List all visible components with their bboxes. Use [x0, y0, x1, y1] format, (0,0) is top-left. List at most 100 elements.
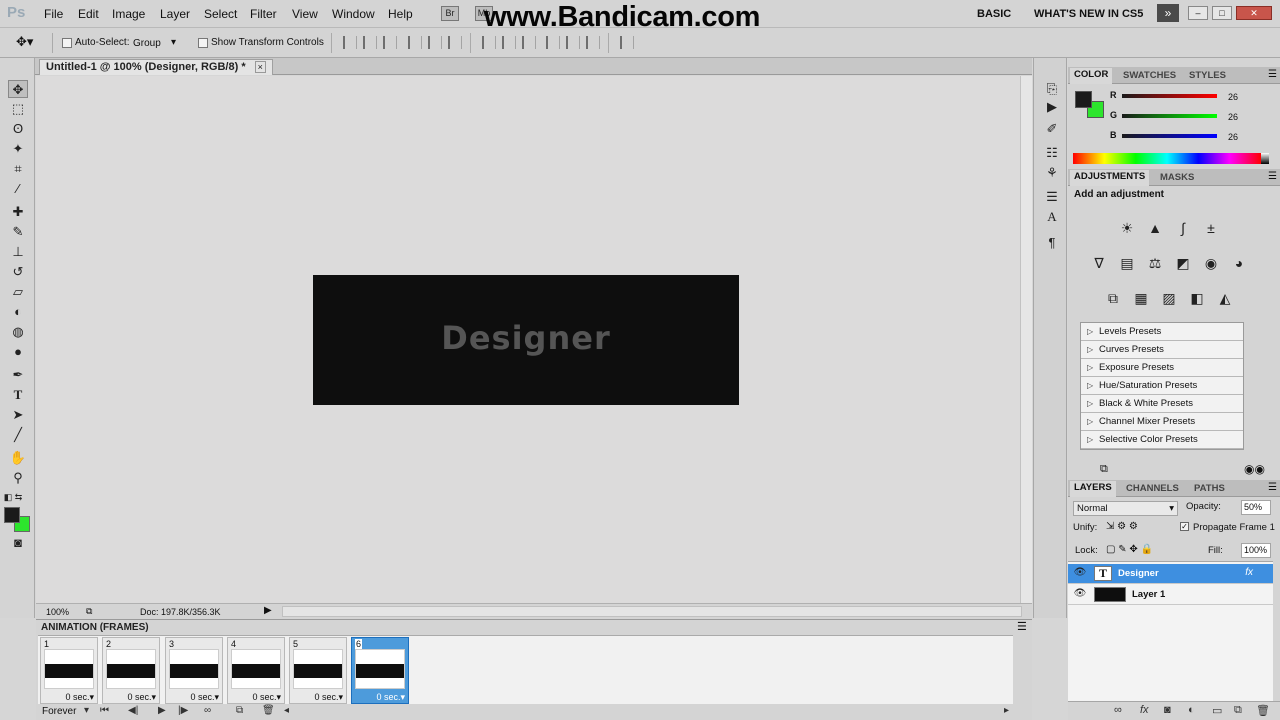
invert-icon[interactable]: ⧉ [1103, 289, 1123, 307]
play-icon[interactable]: ▶ [158, 705, 166, 716]
opacity-input[interactable]: 50% [1241, 500, 1271, 515]
link-layers-icon[interactable]: ∞ [1114, 704, 1122, 716]
clone-stamp-icon[interactable]: ⊥ [8, 243, 28, 261]
lock-icons[interactable]: ▢ ✎ ✥ 🔒 [1106, 544, 1153, 555]
align-vcenter-icon[interactable] [363, 36, 377, 49]
hue-saturation-icon[interactable]: ▤ [1117, 254, 1137, 272]
layer-name[interactable]: Designer [1118, 568, 1159, 579]
visibility-eye-icon[interactable]: 👁 [1073, 588, 1087, 600]
status-menu-arrow-icon[interactable]: ▶ [264, 605, 272, 616]
marquee-tool-icon[interactable]: ⬚ [8, 100, 28, 118]
preset-item[interactable]: ▷ Hue/Saturation Presets [1081, 377, 1243, 395]
vibrance-icon[interactable]: ∇ [1089, 254, 1109, 272]
align-right-icon[interactable] [448, 36, 462, 49]
animation-frame-selected[interactable]: 6 0 sec.▾ [351, 637, 409, 704]
frame-delay[interactable]: 0 sec.▾ [314, 692, 343, 703]
expand-triangle-icon[interactable]: ▷ [1087, 431, 1093, 449]
levels-icon[interactable]: ▲ [1145, 219, 1165, 237]
auto-select-checkbox[interactable] [62, 38, 72, 48]
chevron-down-icon[interactable]: ▾ [84, 705, 89, 716]
brush-tool-icon[interactable]: ✎ [8, 223, 28, 241]
path-selection-icon[interactable]: ➤ [8, 406, 28, 424]
auto-align-icon[interactable] [620, 36, 634, 49]
line-tool-icon[interactable]: ╱ [8, 426, 28, 444]
brush-panel-icon[interactable]: ✐ [1043, 120, 1061, 138]
layer-effects-badge[interactable]: fx [1245, 567, 1253, 578]
auto-select-dropdown[interactable]: Group [133, 38, 161, 49]
tool-presets-icon[interactable]: ☷ [1043, 144, 1061, 162]
history-brush-icon[interactable]: ↺ [8, 263, 28, 281]
eraser-tool-icon[interactable]: ▱ [8, 283, 28, 301]
tab-channels[interactable]: CHANNELS [1126, 483, 1179, 494]
animation-frame[interactable]: 3 0 sec.▾ [165, 637, 223, 704]
preset-item[interactable]: ▷ Selective Color Presets [1081, 431, 1243, 449]
frame-delay[interactable]: 0 sec.▾ [127, 692, 156, 703]
distribute-vcenter-icon[interactable] [502, 36, 516, 49]
new-layer-icon[interactable]: ⧉ [1234, 704, 1242, 717]
quick-mask-icon[interactable]: ◙ [8, 534, 28, 552]
animation-frame[interactable]: 1 0 sec.▾ [40, 637, 98, 704]
horizontal-scrollbar[interactable] [282, 606, 1022, 617]
expand-triangle-icon[interactable]: ▷ [1087, 359, 1093, 377]
fill-input[interactable]: 100% [1241, 543, 1271, 558]
dodge-tool-icon[interactable]: ● [8, 343, 28, 361]
animation-frame[interactable]: 4 0 sec.▾ [227, 637, 285, 704]
selective-color-icon[interactable]: ◭ [1215, 289, 1235, 307]
align-top-icon[interactable] [343, 36, 357, 49]
menu-edit[interactable]: Edit [78, 7, 99, 21]
posterize-icon[interactable]: ▦ [1131, 289, 1151, 307]
menu-window[interactable]: Window [332, 7, 375, 21]
expand-triangle-icon[interactable]: ▷ [1087, 395, 1093, 413]
frame-delay[interactable]: 0 sec.▾ [376, 692, 405, 703]
frame-delay[interactable]: 0 sec.▾ [252, 692, 281, 703]
red-slider[interactable] [1122, 94, 1217, 98]
panel-menu-icon[interactable]: ☰ [1268, 482, 1277, 493]
chevron-down-icon[interactable]: ▾ [171, 37, 176, 48]
eyedropper-tool-icon[interactable]: ⁄ [8, 180, 28, 198]
maximize-button[interactable]: □ [1212, 6, 1232, 20]
fx-icon[interactable]: fx [1140, 704, 1149, 716]
blend-mode-dropdown[interactable]: Normal ▾ [1073, 501, 1178, 516]
panel-menu-icon[interactable]: ☰ [1268, 69, 1277, 80]
history-panel-icon[interactable]: ⎘ [1043, 80, 1061, 98]
loop-options-dropdown[interactable]: Forever [42, 706, 76, 717]
preset-item[interactable]: ▷ Exposure Presets [1081, 359, 1243, 377]
unify-icons[interactable]: ⇲ ⚙ ⚙ [1106, 521, 1138, 532]
menu-image[interactable]: Image [112, 7, 145, 21]
menu-filter[interactable]: Filter [250, 7, 277, 21]
animation-frame[interactable]: 2 0 sec.▾ [102, 637, 160, 704]
menu-view[interactable]: View [292, 7, 318, 21]
next-frame-icon[interactable]: |▶ [178, 705, 188, 716]
delete-layer-icon[interactable]: 🗑 [1256, 704, 1270, 717]
tween-icon[interactable]: ∞ [204, 705, 211, 716]
presets-scrollbar[interactable] [1246, 322, 1256, 450]
distribute-bottom-icon[interactable] [522, 36, 536, 49]
animation-panel-title[interactable]: ANIMATION (FRAMES) [41, 622, 149, 633]
paragraph-panel-icon[interactable]: ¶ [1043, 234, 1061, 252]
menu-help[interactable]: Help [388, 7, 413, 21]
character-panel-icon[interactable]: A [1043, 208, 1061, 226]
align-left-icon[interactable] [408, 36, 422, 49]
vertical-scrollbar[interactable] [1020, 76, 1032, 603]
bridge-button[interactable]: Br [441, 6, 459, 21]
blur-tool-icon[interactable]: ◍ [8, 323, 28, 341]
duplicate-frame-icon[interactable]: ⧉ [236, 705, 243, 716]
menu-file[interactable]: File [44, 7, 63, 21]
preset-item[interactable]: ▷ Channel Mixer Presets [1081, 413, 1243, 431]
export-icon[interactable]: ⧉ [86, 606, 92, 617]
foreground-color-swatch[interactable] [4, 507, 20, 523]
layer-row-layer1[interactable]: 👁 Layer 1 [1068, 585, 1273, 605]
frame-delay[interactable]: 0 sec.▾ [190, 692, 219, 703]
blue-slider[interactable] [1122, 134, 1217, 138]
expand-triangle-icon[interactable]: ▷ [1087, 413, 1093, 431]
healing-brush-icon[interactable]: ✚ [8, 203, 28, 221]
green-value[interactable]: 26 [1228, 112, 1238, 122]
eye-toggle-icon[interactable]: ◉◉ [1244, 462, 1265, 476]
curves-icon[interactable]: ∫ [1173, 219, 1193, 237]
new-group-icon[interactable]: ▭ [1212, 704, 1222, 717]
actions-panel-icon[interactable]: ▶ [1043, 98, 1061, 116]
workspace-basic[interactable]: BASIC [977, 8, 1011, 20]
black-white-icon[interactable]: ◩ [1173, 254, 1193, 272]
close-document-icon[interactable]: × [254, 61, 266, 73]
default-colors-icon[interactable]: ◧ ⇆ [3, 488, 23, 506]
